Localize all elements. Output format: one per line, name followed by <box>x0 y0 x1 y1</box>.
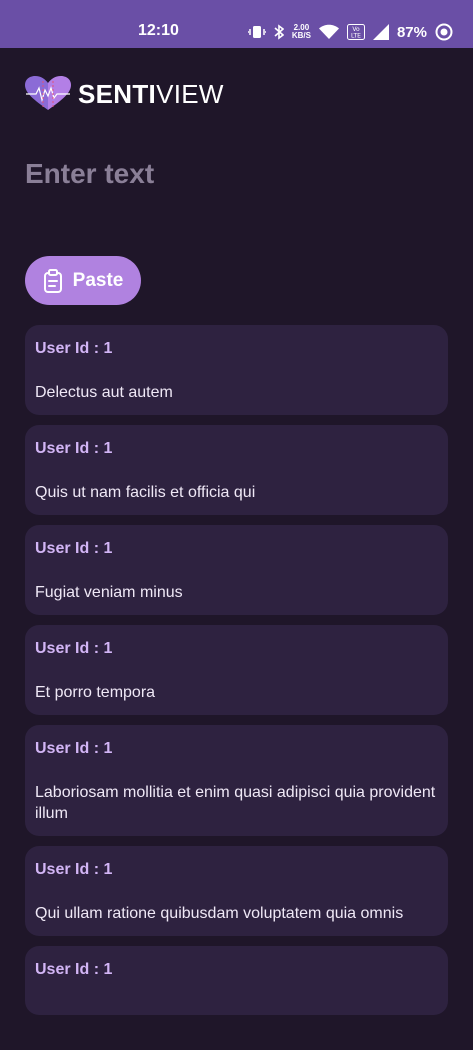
list-item[interactable]: User Id : 1 Qui ullam ratione quibusdam … <box>25 846 448 936</box>
item-text: Delectus aut autem <box>35 384 173 401</box>
message-list[interactable]: User Id : 1 Delectus aut autem User Id :… <box>25 325 448 1015</box>
user-id-label: User Id : 1 <box>35 340 113 357</box>
record-icon <box>435 23 453 41</box>
user-id-label: User Id : 1 <box>35 540 113 557</box>
list-item[interactable]: User Id : 1 Delectus aut autem <box>25 325 448 415</box>
list-item[interactable]: User Id : 1 Et porro tempora <box>25 625 448 715</box>
heart-logo-icon <box>25 76 71 110</box>
bluetooth-icon <box>274 24 284 40</box>
battery-percent: 87% <box>396 23 427 41</box>
list-item[interactable]: User Id : 1 Fugiat veniam minus <box>25 525 448 615</box>
item-text: Laboriosam mollitia et enim quasi adipis… <box>35 784 436 822</box>
user-id-label: User Id : 1 <box>35 640 113 657</box>
item-text: Quis ut nam facilis et officia qui <box>35 484 256 501</box>
list-item[interactable]: User Id : 1 Laboriosam mollitia et enim … <box>25 725 448 836</box>
user-id-label: User Id : 1 <box>35 740 113 757</box>
list-item[interactable]: User Id : 1 Quis ut nam facilis et offic… <box>25 425 448 515</box>
volte-icon: Vo LTE <box>346 24 365 40</box>
app-logo: SENTIVIEW <box>24 76 224 112</box>
network-speed: 2.00 KB/S <box>292 24 311 40</box>
item-text: Qui ullam ratione quibusdam voluptatem q… <box>35 905 404 922</box>
vibrate-icon <box>247 24 266 40</box>
clipboard-icon <box>43 268 62 293</box>
user-id-label: User Id : 1 <box>35 961 113 978</box>
status-icons: 2.00 KB/S Vo LTE 87% <box>247 18 453 46</box>
paste-button[interactable]: Paste <box>25 256 141 305</box>
signal-icon <box>372 24 389 40</box>
item-text: Et porro tempora <box>35 684 156 701</box>
paste-label: Paste <box>72 269 124 291</box>
user-id-label: User Id : 1 <box>35 440 113 457</box>
text-input-area[interactable] <box>25 152 445 196</box>
text-input[interactable] <box>25 152 445 196</box>
status-bar: 12:10 2.00 KB/S Vo LTE 87% <box>0 0 473 48</box>
speed-unit: KB/S <box>291 31 311 40</box>
svg-text:LTE: LTE <box>351 33 361 40</box>
brand-light: VIEW <box>156 78 224 109</box>
brand-name: SENTIVIEW <box>78 79 224 110</box>
user-id-label: User Id : 1 <box>35 861 113 878</box>
status-time: 12:10 <box>138 22 179 39</box>
item-text: Fugiat veniam minus <box>35 584 183 601</box>
brand-bold: SENTI <box>78 78 157 109</box>
wifi-icon <box>318 24 339 40</box>
list-item[interactable]: User Id : 1 <box>25 946 448 1015</box>
